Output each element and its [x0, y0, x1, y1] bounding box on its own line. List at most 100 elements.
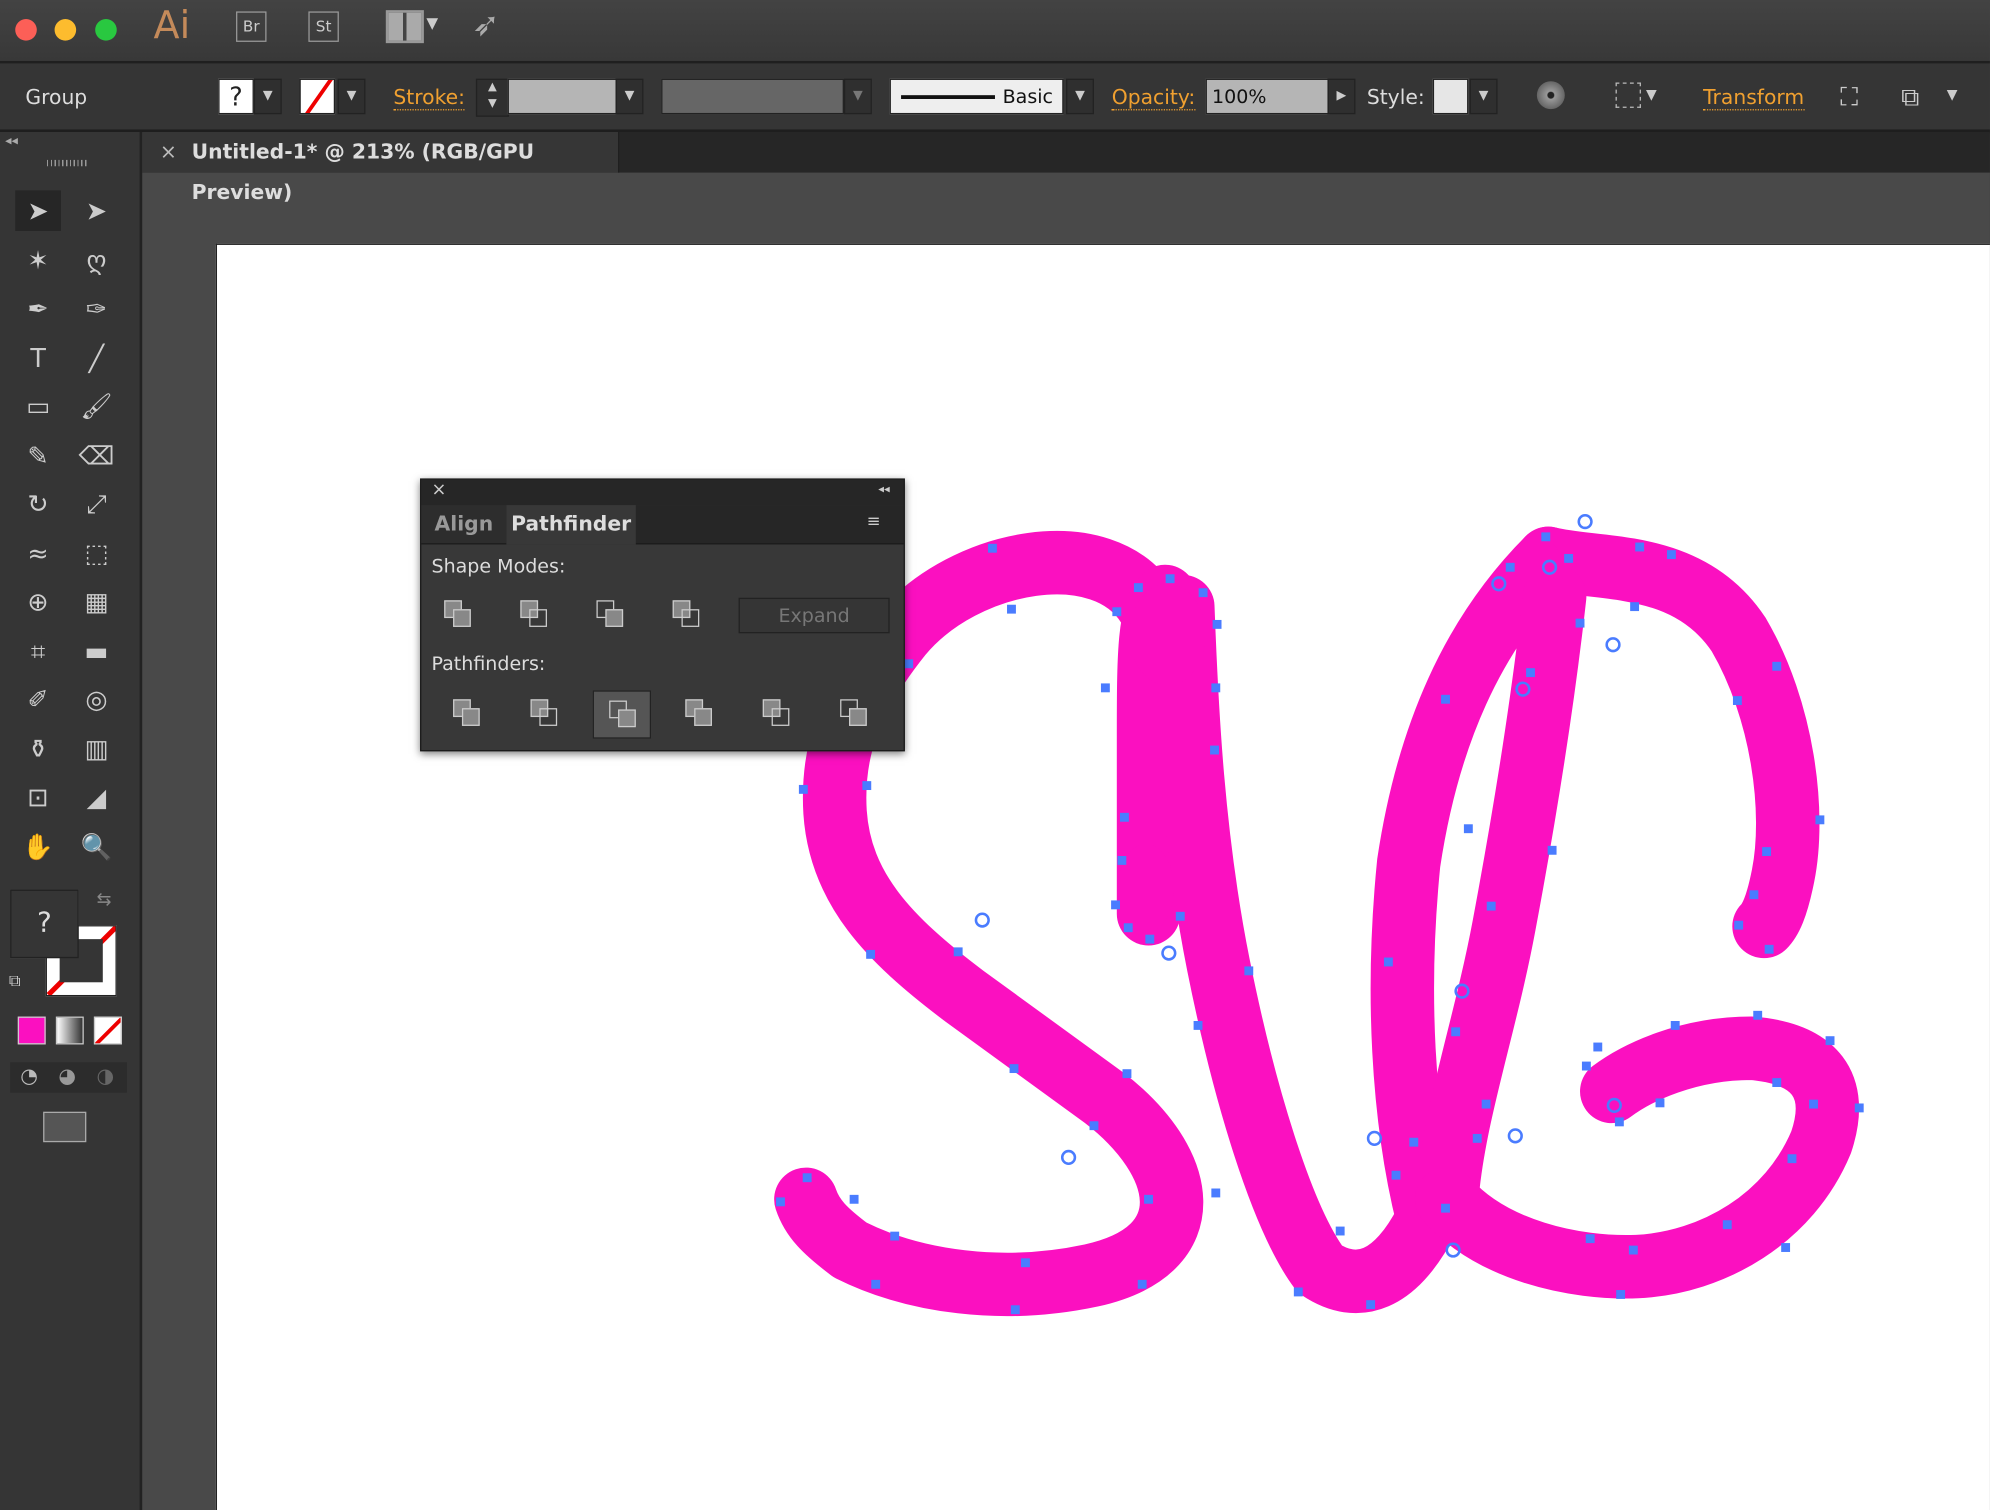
anchor-point[interactable]: [953, 947, 963, 957]
anchor-point[interactable]: [1630, 602, 1640, 612]
shape-mode-minus-front-button[interactable]: [505, 591, 561, 637]
anchor-point[interactable]: [1089, 1121, 1099, 1131]
selected-group-svg-lettering[interactable]: [774, 526, 1860, 1317]
anchor-point[interactable]: [1165, 574, 1175, 584]
anchor-point[interactable]: [1119, 812, 1129, 822]
anchor-point[interactable]: [1175, 911, 1185, 921]
anchor-point[interactable]: [904, 659, 914, 669]
anchor-point[interactable]: [1463, 824, 1473, 834]
anchor-point[interactable]: [1123, 923, 1133, 933]
anchor-point[interactable]: [1111, 900, 1120, 910]
anchor-point[interactable]: [1762, 847, 1772, 857]
direction-handle[interactable]: [1507, 1128, 1523, 1144]
anchor-point[interactable]: [1581, 1061, 1591, 1071]
anchor-point[interactable]: [1441, 1203, 1450, 1213]
anchor-point[interactable]: [1616, 1290, 1626, 1299]
anchor-point[interactable]: [1383, 957, 1393, 967]
anchor-point[interactable]: [1526, 668, 1535, 678]
pathfinder-divide-button[interactable]: [438, 690, 494, 736]
anchor-point[interactable]: [1010, 1305, 1020, 1315]
anchor-point[interactable]: [1772, 661, 1782, 671]
anchor-point[interactable]: [802, 1173, 812, 1183]
close-panel-icon[interactable]: ×: [431, 480, 446, 500]
anchor-point[interactable]: [1391, 1170, 1401, 1180]
anchor-point[interactable]: [1210, 745, 1219, 755]
anchor-point[interactable]: [1122, 1069, 1132, 1079]
direction-handle[interactable]: [1605, 637, 1621, 653]
pathfinder-outline-button[interactable]: [747, 690, 803, 736]
anchor-point[interactable]: [1117, 856, 1127, 865]
artwork-canvas[interactable]: [0, 0, 1990, 1510]
anchor-point[interactable]: [1547, 845, 1557, 855]
anchor-point[interactable]: [798, 784, 808, 794]
tab-pathfinder[interactable]: Pathfinder: [506, 505, 636, 545]
anchor-point[interactable]: [1451, 1027, 1461, 1037]
anchor-point[interactable]: [1753, 1010, 1763, 1020]
anchor-point[interactable]: [1628, 1245, 1638, 1255]
anchor-point[interactable]: [862, 781, 872, 791]
anchor-point[interactable]: [1211, 1188, 1221, 1198]
pathfinder-crop-button[interactable]: [670, 690, 726, 736]
anchor-point[interactable]: [1505, 562, 1515, 572]
anchor-point[interactable]: [890, 1231, 900, 1241]
anchor-point[interactable]: [1593, 1042, 1603, 1052]
anchor-point[interactable]: [1409, 1137, 1419, 1147]
anchor-point[interactable]: [1335, 1226, 1345, 1236]
anchor-point[interactable]: [1564, 553, 1574, 563]
shape-mode-intersect-button[interactable]: [581, 591, 637, 637]
tab-align[interactable]: Align: [421, 505, 507, 544]
anchor-point[interactable]: [1734, 920, 1744, 930]
anchor-point[interactable]: [1809, 1099, 1818, 1109]
anchor-point[interactable]: [1193, 1020, 1203, 1030]
anchor-point[interactable]: [1486, 901, 1496, 911]
anchor-point[interactable]: [1198, 588, 1208, 598]
anchor-point[interactable]: [871, 1279, 881, 1289]
direction-handle[interactable]: [1060, 1149, 1077, 1166]
anchor-point[interactable]: [1854, 1103, 1864, 1113]
shape-mode-unite-button[interactable]: [429, 591, 485, 637]
pathfinder-merge-button[interactable]: [592, 690, 652, 739]
anchor-point[interactable]: [1007, 604, 1016, 614]
anchor-point[interactable]: [1635, 542, 1645, 552]
anchor-point[interactable]: [776, 1197, 785, 1207]
anchor-point[interactable]: [866, 949, 876, 959]
anchor-point[interactable]: [1732, 696, 1742, 705]
anchor-point[interactable]: [1133, 583, 1143, 593]
anchor-point[interactable]: [1472, 1133, 1482, 1143]
anchor-point[interactable]: [987, 543, 997, 553]
anchor-point[interactable]: [1481, 1099, 1491, 1109]
anchor-point[interactable]: [1293, 1287, 1303, 1297]
panel-title-bar[interactable]: × ◂◂: [421, 479, 904, 506]
anchor-point[interactable]: [1020, 1258, 1030, 1268]
direction-handle[interactable]: [1366, 1130, 1383, 1146]
anchor-point[interactable]: [1009, 1064, 1019, 1074]
anchor-point[interactable]: [1781, 1243, 1791, 1252]
anchor-point[interactable]: [1366, 1300, 1376, 1310]
pathfinder-minus-back-button[interactable]: [825, 690, 881, 736]
anchor-point[interactable]: [1670, 1020, 1680, 1030]
anchor-point[interactable]: [1749, 890, 1759, 900]
anchor-point[interactable]: [1211, 683, 1221, 693]
anchor-point[interactable]: [849, 1194, 859, 1204]
anchor-point[interactable]: [1441, 694, 1450, 704]
direction-handle[interactable]: [974, 912, 990, 928]
anchor-point[interactable]: [1655, 1098, 1665, 1108]
anchor-point[interactable]: [1212, 619, 1222, 629]
anchor-point[interactable]: [1764, 944, 1774, 954]
anchor-point[interactable]: [1137, 1279, 1147, 1289]
anchor-point[interactable]: [1614, 1117, 1624, 1127]
anchor-point[interactable]: [1100, 683, 1110, 693]
anchor-point[interactable]: [1541, 532, 1551, 542]
anchor-point[interactable]: [1787, 1154, 1797, 1164]
pathfinder-trim-button[interactable]: [515, 690, 571, 736]
anchor-point[interactable]: [1112, 607, 1122, 617]
anchor-point[interactable]: [1244, 966, 1254, 976]
anchor-point[interactable]: [1575, 618, 1585, 628]
anchor-point[interactable]: [1144, 1194, 1153, 1204]
anchor-point[interactable]: [1815, 815, 1825, 825]
collapse-panel-icon[interactable]: ◂◂: [878, 484, 889, 497]
panel-menu-icon[interactable]: ≡: [867, 513, 881, 532]
direction-handle[interactable]: [1577, 513, 1593, 530]
expand-button[interactable]: Expand: [738, 597, 890, 634]
anchor-point[interactable]: [1145, 934, 1155, 944]
